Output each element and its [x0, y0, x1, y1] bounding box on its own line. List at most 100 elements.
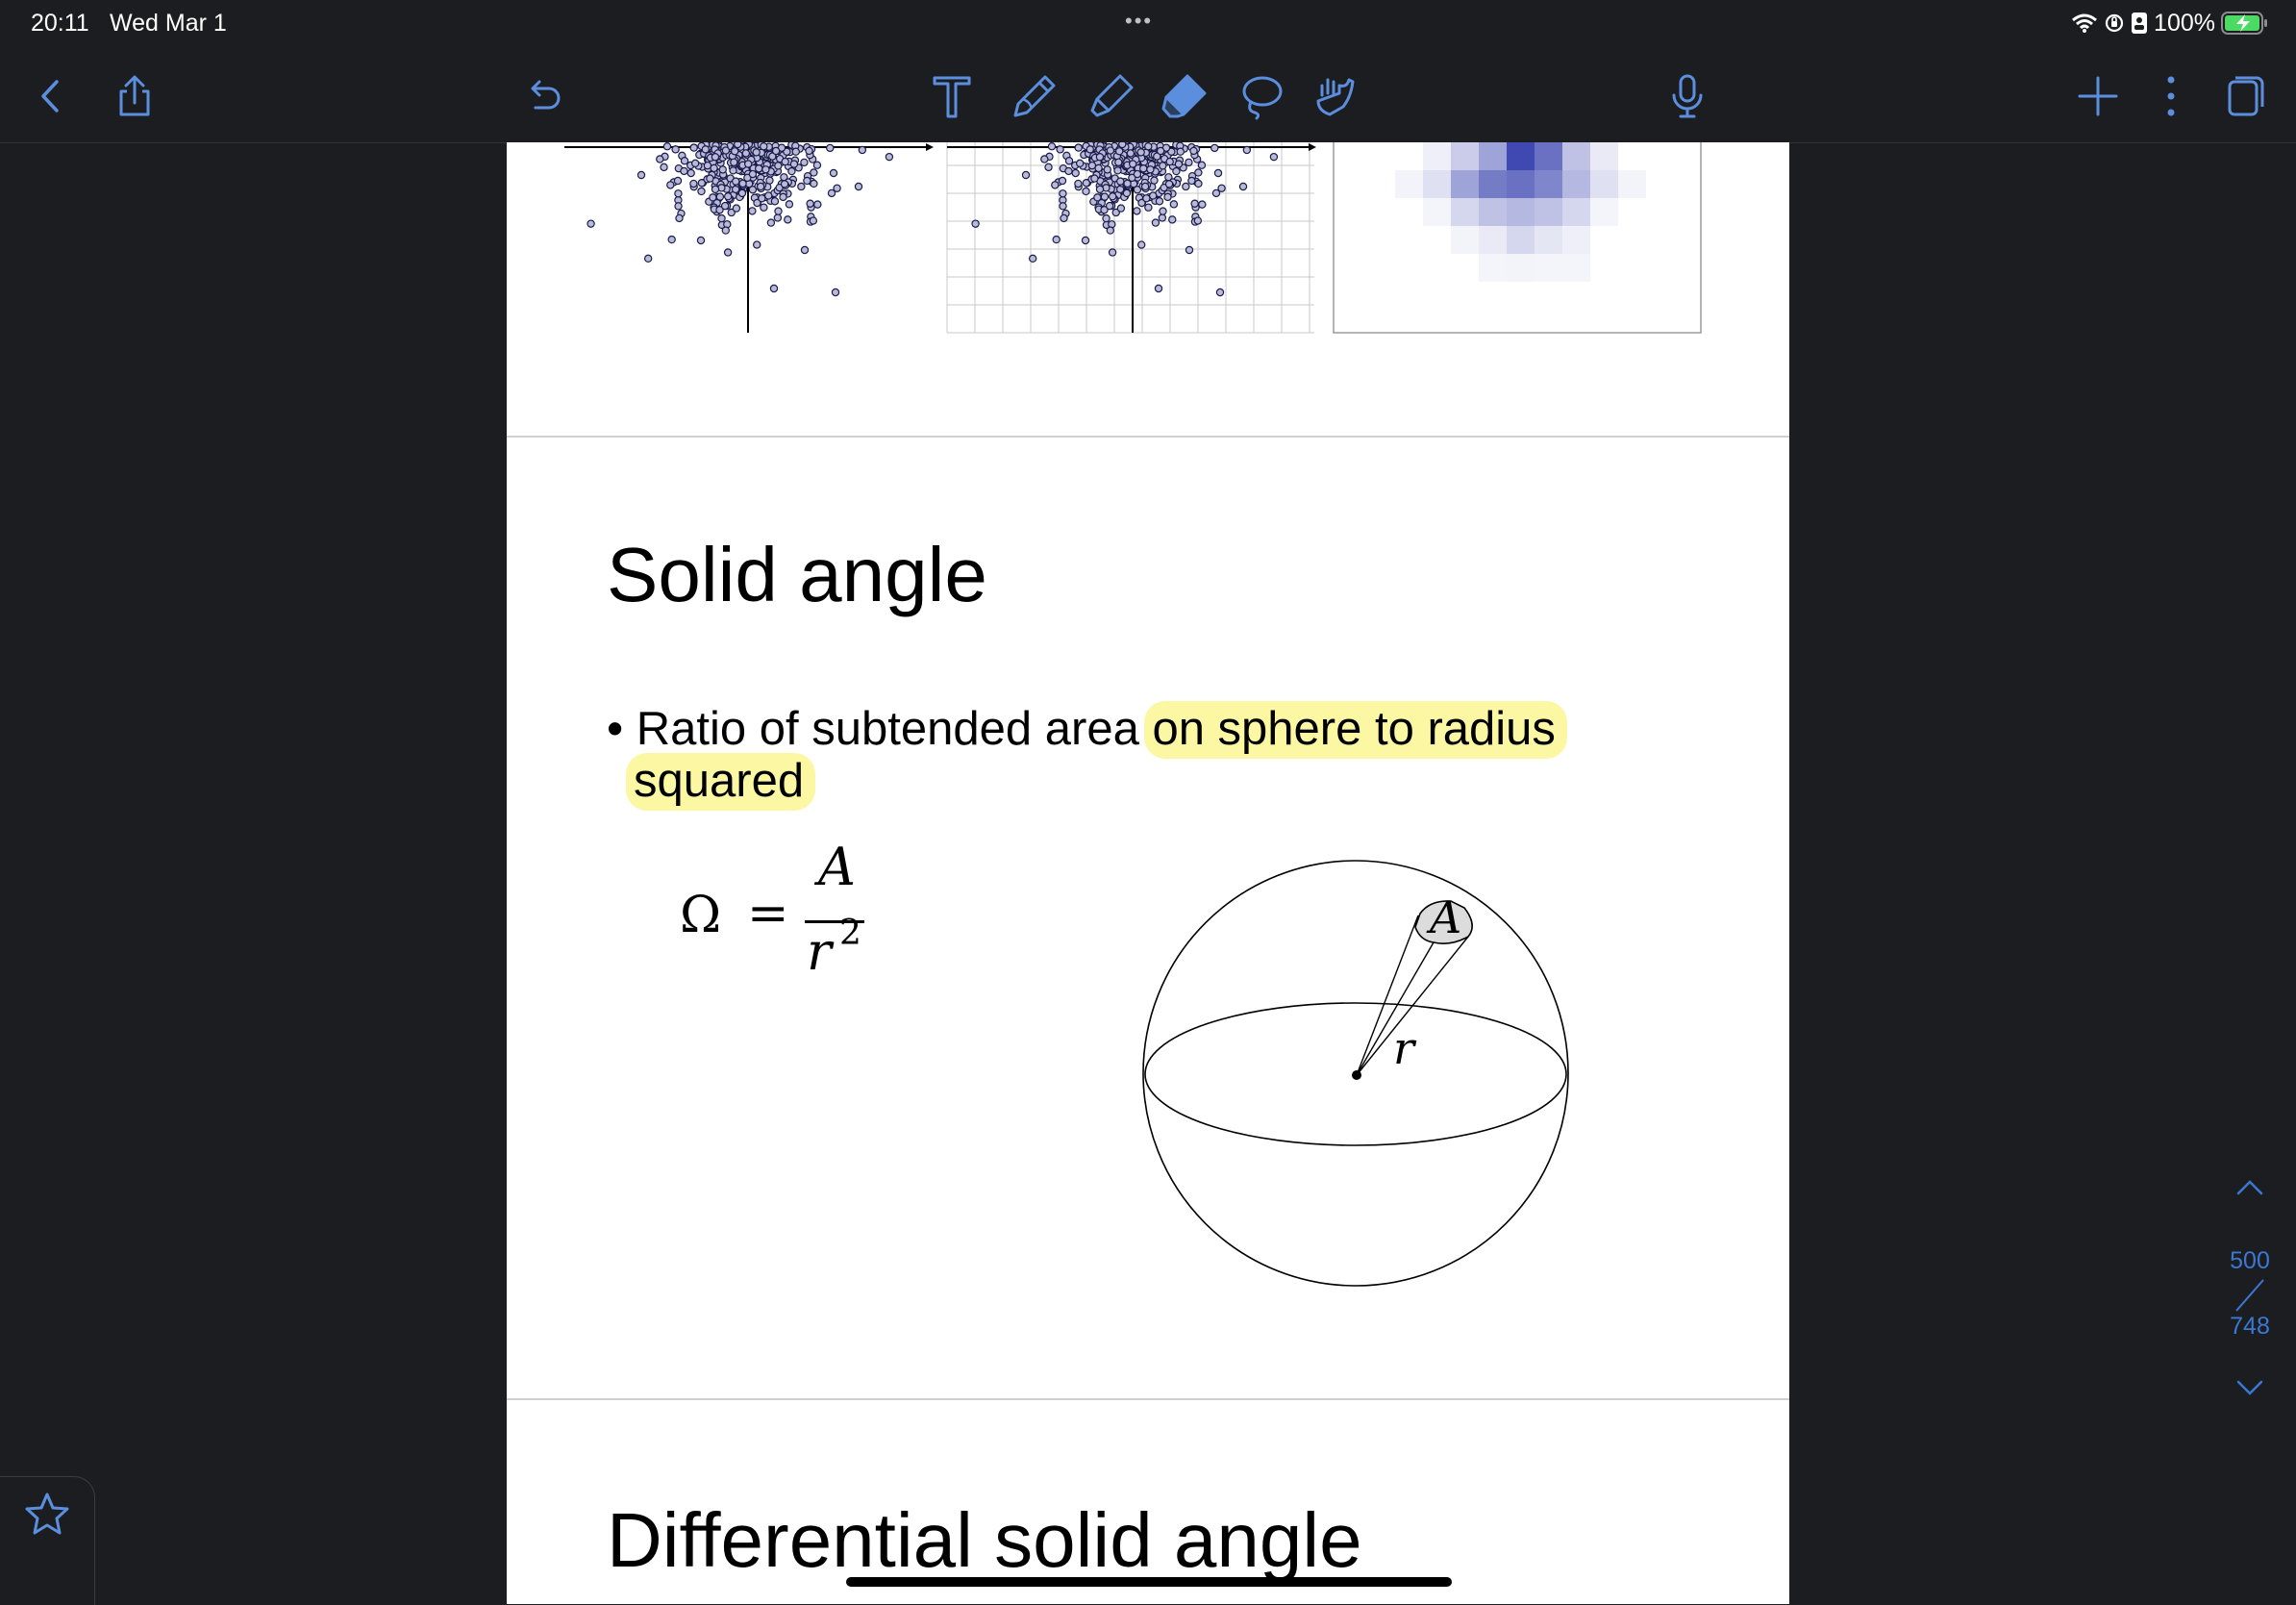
- highlighter-tool-button[interactable]: [1085, 69, 1138, 123]
- slide-separator: [507, 436, 1789, 438]
- density-cell: [1451, 198, 1479, 226]
- scatter-point: [711, 153, 720, 162]
- density-cell: [1535, 226, 1562, 254]
- scatter-point: [673, 176, 683, 186]
- favorites-tab[interactable]: [0, 1476, 95, 1605]
- total-page-count: 748: [2230, 1313, 2270, 1340]
- eraser-tool-button[interactable]: [1158, 69, 1211, 123]
- home-indicator[interactable]: [846, 1577, 1452, 1587]
- scatter-point: [771, 146, 781, 156]
- scatter-point: [1139, 164, 1148, 173]
- scatter-point: [781, 157, 789, 166]
- scatter-point: [1103, 165, 1111, 174]
- scatter-point: [1159, 162, 1167, 170]
- scatter-point: [797, 182, 806, 191]
- scatter-point: [810, 168, 818, 177]
- text-tool-button[interactable]: [925, 69, 979, 123]
- density-cell: [1479, 254, 1507, 282]
- scatter-point: [1213, 168, 1223, 178]
- scatter-point: [1163, 192, 1172, 202]
- back-button[interactable]: [23, 69, 77, 123]
- scatter-point: [1136, 148, 1145, 157]
- wifi-icon: [2072, 13, 2098, 33]
- scatter-point: [1269, 152, 1279, 162]
- density-cell: [1507, 226, 1535, 254]
- density-cell: [1507, 254, 1535, 282]
- scatter-point: [1093, 193, 1102, 202]
- scatter-point: [706, 174, 714, 183]
- scatter-point: [731, 147, 739, 156]
- scatter-point: [748, 207, 757, 215]
- scatter-point: [1108, 248, 1117, 257]
- pen-tool-button[interactable]: [1008, 69, 1061, 123]
- scatter-point: [826, 143, 835, 153]
- scatter-point: [1168, 215, 1177, 224]
- density-cell: [1562, 226, 1590, 254]
- scatter-point: [1105, 201, 1114, 211]
- sphere-diagram: A r: [1142, 860, 1569, 1287]
- scatter-point: [701, 145, 710, 154]
- scatter-point: [854, 182, 863, 191]
- density-cell: [1479, 142, 1507, 170]
- highlighted-text: squared: [626, 753, 816, 811]
- scatter-point: [666, 181, 675, 189]
- scatter-point: [1154, 284, 1163, 293]
- density-cell: [1590, 142, 1618, 170]
- scatter-point: [741, 149, 751, 158]
- document-page[interactable]: Solid angle • Ratio of subtended area on…: [507, 142, 1789, 1604]
- scatter-point: [1194, 168, 1203, 177]
- share-button[interactable]: [108, 69, 162, 123]
- scatter-point: [1176, 147, 1185, 156]
- pages-overview-button[interactable]: [2217, 69, 2271, 123]
- density-cell: [1562, 254, 1590, 282]
- multitasking-dots[interactable]: •••: [1125, 9, 1153, 34]
- previous-page-button[interactable]: [2229, 1168, 2271, 1207]
- density-cell: [1535, 170, 1562, 198]
- microphone-button[interactable]: [1660, 69, 1714, 123]
- next-page-button[interactable]: [2229, 1368, 2271, 1407]
- scatter-point: [805, 146, 813, 156]
- scatter-point: [710, 163, 718, 173]
- scatter-point: [829, 168, 838, 178]
- scatter-point: [656, 155, 664, 163]
- status-indicators: 100%: [2071, 6, 2269, 40]
- scatter-point: [1172, 166, 1181, 176]
- scatter-point: [643, 254, 653, 263]
- scatter-point: [1021, 170, 1031, 180]
- scatter-point: [800, 158, 809, 167]
- scatter-point: [662, 142, 672, 151]
- undo-button[interactable]: [517, 69, 571, 123]
- scatter-point: [1095, 185, 1105, 194]
- scatter-point: [723, 192, 733, 201]
- scatter-point: [1074, 179, 1083, 188]
- scatter-point: [1190, 199, 1199, 208]
- scatter-point: [1114, 158, 1123, 166]
- orientation-lock-icon: [2105, 13, 2124, 33]
- scatter-point: [1086, 145, 1094, 154]
- scatter-point: [1126, 149, 1136, 158]
- scatter-point: [1197, 161, 1207, 169]
- scatter-point: [809, 216, 818, 225]
- scatter-point: [1090, 174, 1099, 183]
- scatter-point: [1164, 180, 1174, 188]
- scatter-point: [689, 179, 698, 188]
- more-options-button[interactable]: [2144, 69, 2198, 123]
- density-cell: [1451, 226, 1479, 254]
- scatter-point: [732, 177, 740, 186]
- scatter-point: [723, 248, 733, 257]
- scatter-point: [858, 145, 867, 155]
- scatter-point: [636, 170, 646, 180]
- scatter-point: [1155, 197, 1164, 206]
- scatter-point: [1116, 204, 1126, 213]
- scatter-point: [1060, 213, 1068, 223]
- page-scrubber[interactable]: 500 748: [2211, 1168, 2288, 1418]
- scatter-point: [1194, 179, 1203, 188]
- scatter-point: [1128, 160, 1137, 168]
- scatter-point: [800, 245, 810, 255]
- scatter-point: [761, 165, 770, 174]
- shape-tool-button[interactable]: [1308, 69, 1361, 123]
- lasso-tool-button[interactable]: [1235, 69, 1288, 123]
- add-page-button[interactable]: [2071, 69, 2125, 123]
- area-label: A: [1426, 891, 1461, 943]
- scatter-point: [1242, 145, 1252, 155]
